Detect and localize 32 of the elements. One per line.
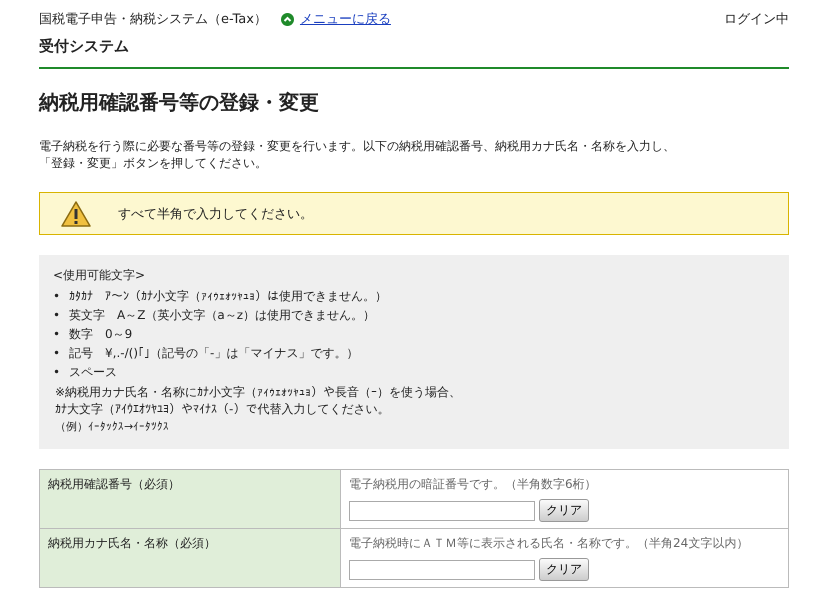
field-hint: 電子納税用の暗証番号です。（半角数字6桁） <box>349 476 598 493</box>
page-title: 納税用確認番号等の登録・変更 <box>39 89 320 116</box>
bullet: • <box>53 288 59 305</box>
bullet: • <box>53 345 59 362</box>
field-label: 納税用確認番号（必須） <box>40 470 340 528</box>
menu-link[interactable]: メニューに戻る <box>300 10 391 28</box>
note-text: ｶﾅ大文字（ｱｲｳｴｵﾂﾔﾕﾖ）やﾏｲﾅｽ（-）で代替入力してください。 <box>55 401 390 418</box>
intro-text: 「登録・変更」ボタンを押してください。 <box>39 155 268 172</box>
note-text: ※納税用カナ氏名・名称にｶﾅ小文字（ｧｨｩｪｫｯｬｭｮ）や長音（ｰ）を使う場合、 <box>55 384 462 401</box>
allowed-item: 記号 ¥,.-/()｢｣（記号の「-」は「マイナス」です。） <box>69 345 358 362</box>
chevron-up-icon <box>280 12 294 26</box>
allowed-item: スペース <box>69 364 117 381</box>
warning-text: すべて半角で入力してください。 <box>118 206 313 222</box>
system-name: 国税電子申告・納税システム（e-Tax） <box>39 11 267 28</box>
subsystem-title: 受付システム <box>39 31 789 69</box>
example-text: （例）ｲｰﾀｯｸｽ→ｲｰﾀﾂｸｽ <box>55 419 170 435</box>
clear-button[interactable]: クリア <box>539 499 589 522</box>
allowed-heading: <使用可能文字> <box>53 267 146 284</box>
clear-button[interactable]: クリア <box>539 558 589 581</box>
input-field[interactable] <box>349 560 535 580</box>
intro-text: 電子納税を行う際に必要な番号等の登録・変更を行います。以下の納税用確認番号、納税用カナ氏名・名称を入力し、 <box>39 138 676 155</box>
allowed-item: 数字 0～9 <box>69 326 132 343</box>
bullet: • <box>53 307 59 324</box>
warning-icon <box>60 200 92 228</box>
input-field[interactable] <box>349 500 535 520</box>
allowed-item: ｶﾀｶﾅ ｱ～ﾝ（ｶﾅ小文字（ｧｨｩｪｫｯｬｭｮ）は使用できません。） <box>69 288 387 305</box>
allowed-item: 英文字 A～Z（英小文字（a～z）は使用できません。） <box>69 307 376 324</box>
field-hint: 電子納税時にＡＴＭ等に表示される氏名・名称です。（半角24文字以内） <box>349 535 750 552</box>
field-label: 納税用カナ氏名・名称（必須） <box>40 528 340 588</box>
bullet: • <box>53 326 59 343</box>
login-status: ログイン中 <box>724 11 789 28</box>
bullet: • <box>53 364 59 381</box>
